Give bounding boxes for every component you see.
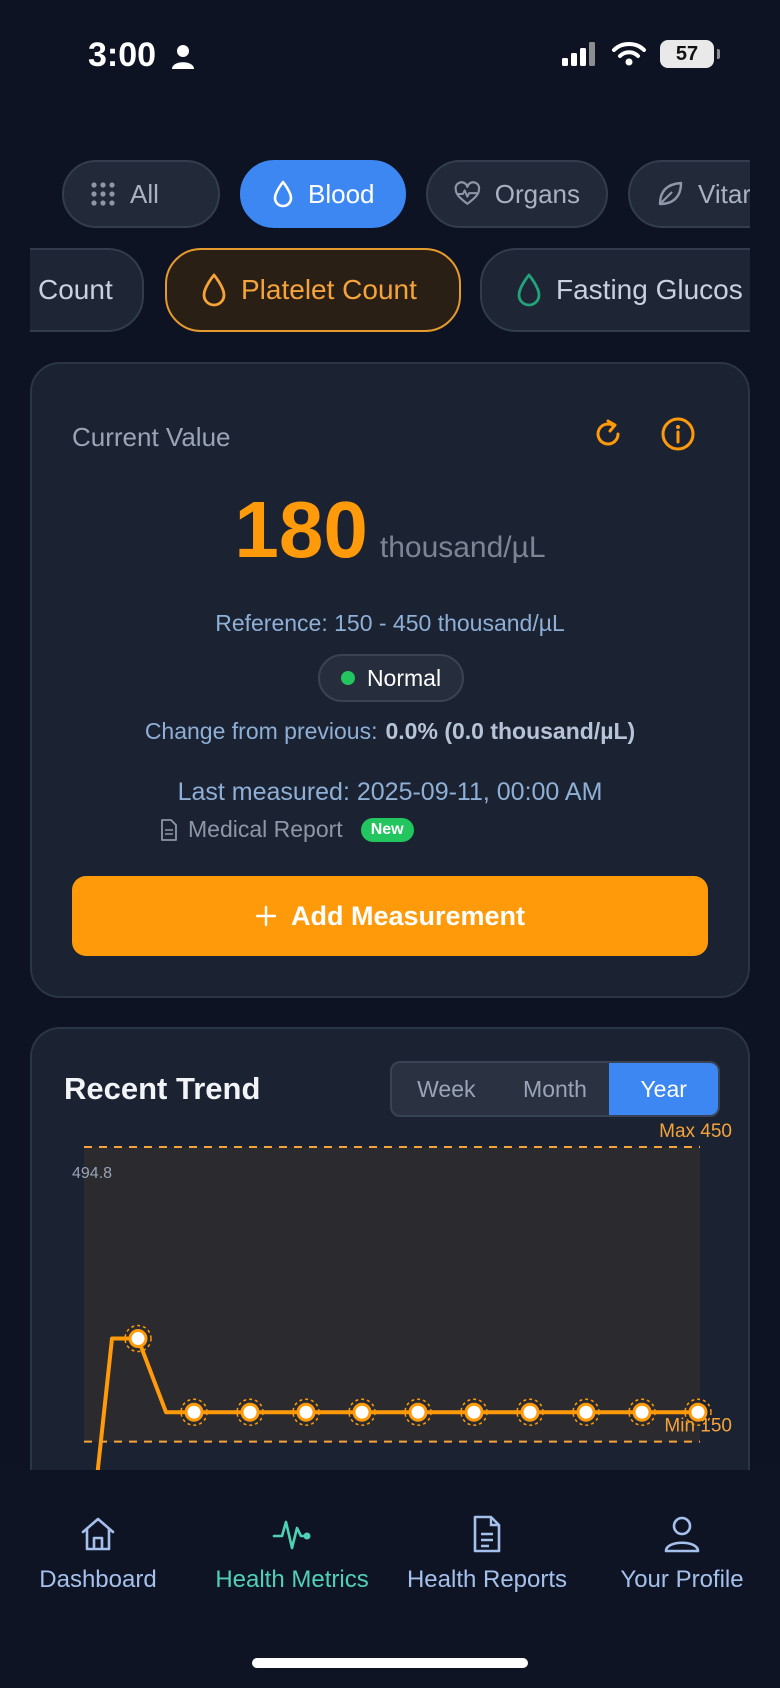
current-value-unit: thousand/µL (379, 531, 546, 564)
nav-health-metrics[interactable]: Health Metrics (208, 1514, 376, 1594)
data-point (576, 1402, 596, 1422)
category-chip-vitamins[interactable]: Vitar (628, 160, 750, 228)
recent-trend-card: Recent Trend Week Month Year 494.8 Max 45… (30, 1027, 750, 1527)
category-chip-label: Organs (494, 178, 580, 209)
metric-chip-count[interactable]: Count (30, 248, 144, 332)
max-label: Max 450 (659, 1121, 732, 1142)
droplet-icon (273, 180, 293, 208)
battery-indicator: 57 (660, 40, 720, 68)
reference-range: Reference: 150 - 450 thousand/µL (215, 610, 565, 636)
status-icons: 57 (562, 40, 720, 68)
droplet-icon (517, 273, 541, 307)
nav-label: Health Metrics (215, 1566, 369, 1593)
data-point (184, 1402, 204, 1422)
new-badge: New (360, 817, 414, 842)
person-icon (172, 45, 194, 69)
category-chip-all[interactable]: All (62, 160, 220, 228)
source-row: Medical Report New (160, 816, 414, 843)
category-filter-row: All Blood Organs Vitar (30, 160, 750, 228)
category-chip-label: Vitar (698, 178, 750, 209)
add-measurement-label: Add Measurement (290, 900, 526, 931)
trend-chart: 494.8Max 450Min 150 (72, 1121, 732, 1527)
y-axis-top-label: 494.8 (72, 1165, 112, 1182)
home-indicator (252, 1658, 528, 1668)
current-value-number: 180 (234, 485, 368, 574)
category-chip-blood[interactable]: Blood (240, 160, 406, 228)
battery-level: 57 (675, 42, 699, 65)
data-point (464, 1402, 484, 1422)
last-measured: Last measured: 2025-09-11, 00:00 AM (177, 778, 603, 806)
data-point (632, 1402, 652, 1422)
metric-chip-fasting-glucose[interactable]: Fasting Glucos (480, 248, 750, 332)
refresh-icon[interactable] (588, 414, 628, 454)
metric-chip-label: Platelet Count (241, 274, 417, 305)
change-label: Change from previous: (144, 718, 378, 744)
category-chip-label: Blood (308, 178, 375, 209)
category-chip-organs[interactable]: Organs (426, 160, 608, 228)
status-dot (340, 671, 355, 685)
add-measurement-button[interactable]: Add Measurement (72, 876, 708, 956)
source-label: Medical Report (188, 816, 343, 842)
current-value-card: Current Value 180 thousand/µL Reference: … (30, 362, 750, 998)
nav-label: Dashboard (39, 1566, 157, 1593)
metric-chip-label: Fasting Glucos (556, 274, 743, 305)
info-icon[interactable] (658, 414, 698, 454)
cellular-signal-icon (562, 42, 595, 66)
data-point (408, 1402, 428, 1422)
heart-pulse-icon (454, 181, 481, 205)
grid-icon (91, 182, 115, 206)
status-bar: 3:00 57 (0, 0, 780, 120)
document-icon (473, 1515, 501, 1553)
data-point (128, 1329, 148, 1349)
plus-icon (255, 905, 277, 927)
data-point (240, 1402, 260, 1422)
metric-chip-platelet-count[interactable]: Platelet Count (165, 248, 461, 332)
data-point (520, 1402, 540, 1422)
nav-label: Health Reports (406, 1566, 568, 1593)
data-point (688, 1402, 708, 1422)
metric-filter-row: Count Platelet Count Fasting Glucos (30, 248, 750, 334)
nav-label: Your Profile (620, 1566, 744, 1593)
current-value-display: 180 thousand/µL (32, 484, 748, 576)
activity-icon (272, 1520, 311, 1550)
data-point (296, 1402, 316, 1422)
droplet-icon (202, 273, 226, 307)
nav-your-profile[interactable]: Your Profile (614, 1514, 750, 1594)
category-chip-label: All (130, 178, 159, 209)
wifi-icon (612, 42, 646, 66)
nav-dashboard[interactable]: Dashboard (36, 1514, 160, 1594)
nav-health-reports[interactable]: Health Reports (400, 1514, 574, 1594)
reference-band (84, 1147, 700, 1442)
status-time: 3:00 (88, 36, 157, 74)
status-badge: Normal (318, 654, 464, 702)
metric-chip-label: Count (38, 274, 113, 305)
bottom-nav: Dashboard Health Metrics Health Reports … (0, 1470, 780, 1688)
change-from-previous: Change from previous: 0.0% (0.0 thousand/… (32, 718, 748, 745)
home-icon (81, 1517, 115, 1551)
status-label: Normal (366, 664, 442, 691)
document-icon (161, 818, 177, 841)
change-value: 0.0% (0.0 thousand/µL) (385, 718, 636, 744)
user-icon (664, 1516, 700, 1553)
data-point (352, 1402, 372, 1422)
current-value-label: Current Value (72, 422, 231, 452)
leaf-icon (658, 181, 683, 206)
